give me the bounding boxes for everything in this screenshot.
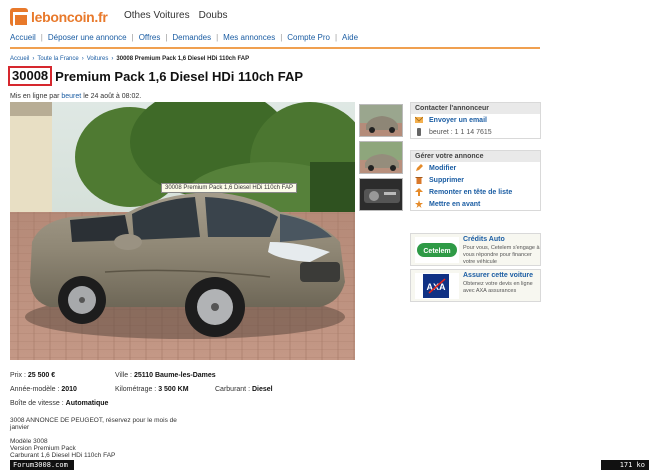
send-email-link[interactable]: Envoyer un email (411, 114, 540, 126)
fuel-field: Carburant : Diesel (215, 386, 273, 393)
online-info: Mis en ligne par beuret le 24 août à 08:… (10, 93, 142, 100)
forum-watermark: Forum3008.com (10, 460, 74, 470)
manage-panel: Gérer votre annonce Modifier Supprimer R… (410, 150, 541, 211)
nav-divider (10, 47, 540, 49)
trash-icon (415, 176, 423, 184)
thumbnail-2[interactable] (359, 141, 403, 174)
axa-ad-title: Assurer cette voiture (463, 272, 534, 279)
title-text: Premium Pack 1,6 Diesel HDi 110ch FAP (55, 68, 304, 84)
site-logo[interactable]: leboncoin.fr (10, 6, 108, 28)
page-title: 30008 Premium Pack 1,6 Diesel HDi 110ch … (8, 66, 303, 86)
envelope-icon (414, 116, 424, 124)
main-nav: Accueil | Déposer une annonce | Offres | De… (10, 33, 363, 42)
breadcrumb: Accueil › Toute la France › Voitures › 3000… (10, 56, 250, 62)
fuel-value: Diesel (251, 386, 273, 393)
logo-box-icon (10, 8, 29, 27)
thumbnail-1[interactable] (359, 104, 403, 137)
nav-compte-pro[interactable]: Compte Pro (282, 33, 335, 42)
header-link-category[interactable]: Othes Voitures (124, 10, 190, 21)
contact-panel: Contacter l'annonceur Envoyer un email b… (410, 102, 541, 139)
axa-logo: AXA (415, 273, 459, 299)
cetelem-logo: Cetelem (415, 237, 459, 263)
description-line-1: 3008 ANNONCE DE PEUGEOT, réservez pour l… (10, 417, 177, 424)
arrow-up-icon (415, 188, 423, 196)
description-line-5: Carburant 1,6 Diesel HDi 110ch FAP (10, 452, 116, 459)
km-field: Kilométrage : 3 500 KM (115, 386, 189, 393)
feature-link[interactable]: Mettre en avant (411, 198, 540, 210)
logo-text: leboncoin.fr (31, 9, 108, 25)
axa-ad[interactable]: AXA Assurer cette voiture Obtenez votre … (410, 269, 541, 302)
cetelem-ad-text: Pour vous, Cetelem s'engage à vous répon… (463, 245, 540, 265)
header-links: Othes Voitures Doubs (124, 10, 228, 21)
nav-accueil[interactable]: Accueil (10, 33, 41, 42)
header-link-region[interactable]: Doubs (199, 10, 228, 21)
phone-info: beuret : 1 1 14 7615 (411, 126, 540, 138)
year-value: 2010 (61, 386, 77, 393)
km-value: 3 500 KM (158, 386, 189, 393)
nav-deposer[interactable]: Déposer une annonce (43, 33, 132, 42)
cetelem-ad-title: Crédits Auto (463, 236, 505, 243)
file-size-badge: 171 ko (601, 460, 649, 470)
pencil-icon (415, 164, 423, 172)
delete-link[interactable]: Supprimer (411, 174, 540, 186)
contact-heading: Contacter l'annonceur (411, 103, 540, 114)
price-value: 25 500 € (27, 372, 56, 379)
gearbox-value: Automatique (65, 400, 109, 407)
modify-link[interactable]: Modifier (411, 162, 540, 174)
city-field: Ville : 25110 Baume-les-Dames (115, 372, 216, 379)
main-photo[interactable] (10, 102, 355, 360)
phone-icon (415, 128, 423, 136)
breadcrumb-accueil[interactable]: Accueil (10, 56, 29, 62)
price-field: Prix : 25 500 € (10, 372, 56, 379)
breadcrumb-france[interactable]: Toute la France (37, 56, 78, 62)
manage-heading: Gérer votre annonce (411, 151, 540, 162)
cetelem-ad[interactable]: Cetelem Crédits Auto Pour vous, Cetelem … (410, 233, 541, 266)
description-line-2: janvier (10, 424, 30, 431)
nav-offres[interactable]: Offres (134, 33, 166, 42)
description-line-3: Modèle 3008 (10, 438, 48, 445)
star-icon (415, 200, 423, 208)
bump-link[interactable]: Remonter en tête de liste (411, 186, 540, 198)
city-value: 25110 Baume-les-Dames (133, 372, 216, 379)
gearbox-field: Boîte de vitesse : Automatique (10, 400, 109, 407)
nav-demandes[interactable]: Demandes (167, 33, 216, 42)
seller-link[interactable]: beuret (61, 93, 81, 100)
breadcrumb-current: 30008 Premium Pack 1,6 Diesel HDi 110ch … (116, 56, 250, 62)
thumbnail-3[interactable] (359, 178, 403, 211)
description-line-4: Version Premium Pack (10, 445, 76, 452)
title-model-highlight: 30008 (8, 66, 53, 86)
nav-aide[interactable]: Aide (337, 33, 363, 42)
axa-ad-text: Obtenez votre devis en ligne avec AXA as… (463, 281, 533, 294)
svg-text:Cetelem: Cetelem (423, 248, 450, 255)
car-photo-image (10, 102, 355, 360)
photo-tooltip: 30008 Premium Pack 1,6 Diesel HDi 110ch … (161, 183, 297, 193)
year-field: Année-modèle : 2010 (10, 386, 77, 393)
nav-mes-annonces[interactable]: Mes annonces (218, 33, 280, 42)
breadcrumb-voitures[interactable]: Voitures (87, 56, 109, 62)
